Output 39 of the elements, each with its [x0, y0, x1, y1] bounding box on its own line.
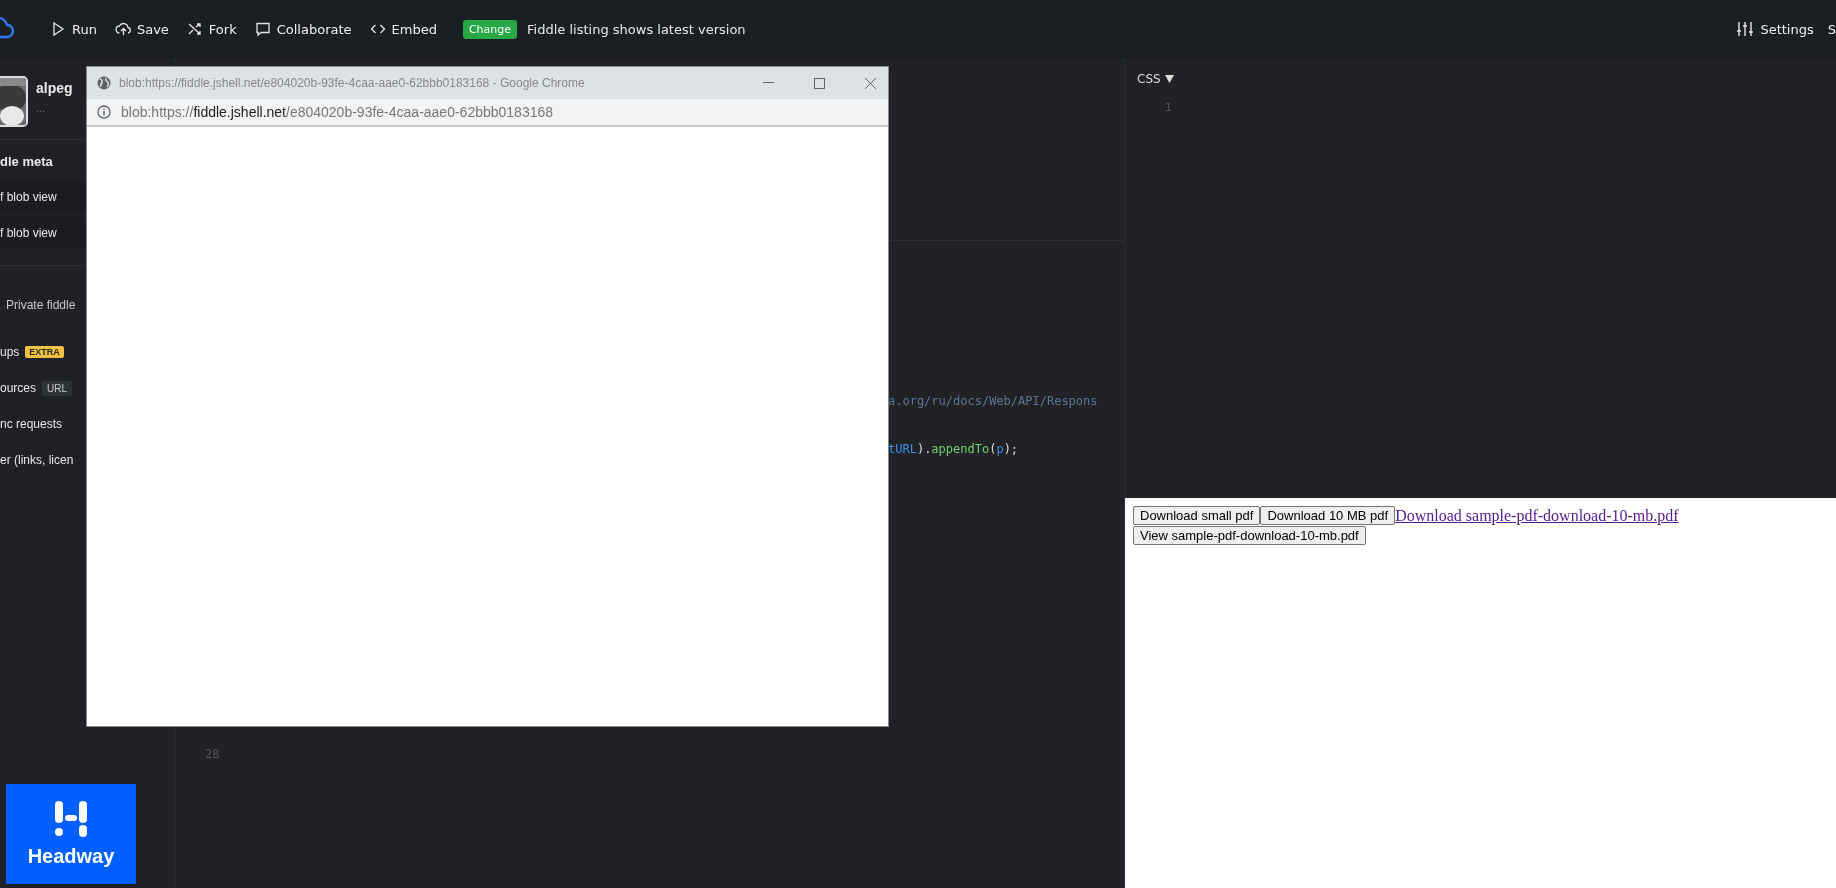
collaborate-icon — [254, 21, 271, 37]
sliders-icon — [1736, 20, 1755, 38]
user-name[interactable]: alpeg — [36, 80, 73, 96]
toolbar-button[interactable]: S — [1823, 17, 1836, 41]
css-tab[interactable]: CSS — [1137, 72, 1174, 86]
window-title: blob:https://fiddle.jshell.net/e804020b-93fe-4caa-aae0-62bbb0183168 - Google Chrome — [119, 76, 585, 90]
close-icon[interactable] — [865, 77, 876, 89]
toolbar-button[interactable]: Run — [42, 17, 105, 41]
sidebar-link[interactable]: ups — [0, 345, 20, 359]
toolbar-button[interactable]: Fork — [178, 17, 245, 41]
code-line: tURL).appendTo(p); — [888, 441, 1019, 458]
globe-icon — [97, 76, 111, 90]
code-line: a.org/ru/docs/Web/API/Respons — [888, 393, 1098, 410]
extra-badge: EXTRA — [25, 346, 64, 358]
run-icon — [50, 21, 66, 37]
minimize-icon[interactable] — [763, 82, 774, 84]
section-heading: dle meta — [0, 153, 54, 171]
change-badge: Change — [462, 19, 518, 39]
save-icon — [114, 21, 131, 37]
download-link[interactable]: Download sample-pdf-download-10-mb.pdf — [1395, 506, 1679, 525]
sidebar-link[interactable]: nc requests — [0, 417, 63, 431]
toolbar-button[interactable]: Collaborate — [246, 17, 360, 41]
headway-ad[interactable]: Headway — [6, 784, 136, 884]
sidebar-link[interactable]: er (links, licen — [0, 453, 74, 467]
settings-button[interactable]: Settings — [1728, 16, 1822, 42]
sidebar-link[interactable]: ources — [0, 381, 37, 395]
headway-logo-icon — [53, 800, 89, 837]
toolbar-button[interactable]: Save — [106, 17, 177, 41]
info-icon — [97, 105, 111, 119]
view-button[interactable]: View sample-pdf-download-10-mb.pdf — [1133, 526, 1366, 545]
dropdown-triangle-icon — [1164, 75, 1174, 83]
url-tag: URL — [42, 380, 73, 396]
maximize-icon[interactable] — [814, 77, 825, 89]
toolbar-button[interactable]: Embed — [361, 17, 445, 41]
download-button[interactable]: Download small pdf — [1133, 506, 1261, 525]
download-button[interactable]: Download 10 MB pdf — [1260, 506, 1396, 525]
fork-icon — [186, 21, 203, 37]
notice-text: Fiddle listing shows latest version — [527, 21, 746, 37]
ad-brand: Headway — [27, 844, 115, 868]
